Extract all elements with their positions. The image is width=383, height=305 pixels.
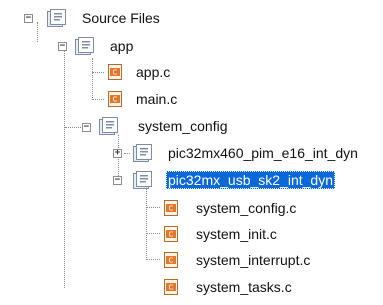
c-file-icon: C (106, 90, 124, 108)
tree-item-source-files[interactable]: Source Files (0, 8, 383, 30)
svg-text:C: C (169, 231, 174, 239)
project-tree: − − − + − Source Files app C app.c C mai… (0, 0, 383, 305)
tree-item-label: main.c (136, 91, 178, 107)
tree-item-label: system_config.c (196, 200, 297, 216)
tree-item-pic32mx460-pim[interactable]: pic32mx460_pim_e16_int_dyn (0, 143, 383, 165)
tree-item-app[interactable]: app (0, 36, 383, 58)
svg-text:C: C (113, 96, 118, 104)
tree-item-system-config-c[interactable]: C system_config.c (0, 198, 383, 220)
tree-item-label: app (110, 38, 134, 54)
c-file-icon: C (162, 199, 180, 217)
tree-item-label: system_interrupt.c (196, 252, 311, 268)
tree-item-label: pic32mx_usb_sk2_int_dyn (166, 171, 335, 189)
tree-item-label: app.c (136, 64, 171, 80)
folder-icon (132, 143, 154, 163)
tree-item-system-init-c[interactable]: C system_init.c (0, 224, 383, 246)
svg-text:C: C (169, 284, 174, 292)
tree-item-system-tasks-c[interactable]: C system_tasks.c (0, 277, 383, 299)
tree-item-label: system_init.c (196, 226, 277, 242)
tree-item-pic32mx-usb-sk2[interactable]: pic32mx_usb_sk2_int_dyn (0, 170, 383, 192)
folder-icon (132, 170, 154, 190)
tree-item-label: Source Files (82, 10, 160, 26)
tree-item-label: system_config (138, 118, 228, 134)
folder-icon (46, 8, 68, 28)
tree-item-label: pic32mx460_pim_e16_int_dyn (168, 145, 358, 161)
c-file-icon: C (162, 251, 180, 269)
tree-item-label: system_tasks.c (196, 279, 292, 295)
folder-icon (98, 116, 120, 136)
svg-text:C: C (169, 257, 174, 265)
c-file-icon: C (162, 225, 180, 243)
tree-item-system-config[interactable]: system_config (0, 116, 383, 138)
tree-item-app-c[interactable]: C app.c (0, 62, 383, 84)
svg-text:C: C (113, 69, 118, 77)
c-file-icon: C (106, 63, 124, 81)
c-file-icon: C (162, 278, 180, 296)
tree-item-system-interrupt-c[interactable]: C system_interrupt.c (0, 250, 383, 272)
svg-text:C: C (169, 205, 174, 213)
folder-icon (74, 36, 96, 56)
tree-item-main-c[interactable]: C main.c (0, 89, 383, 111)
